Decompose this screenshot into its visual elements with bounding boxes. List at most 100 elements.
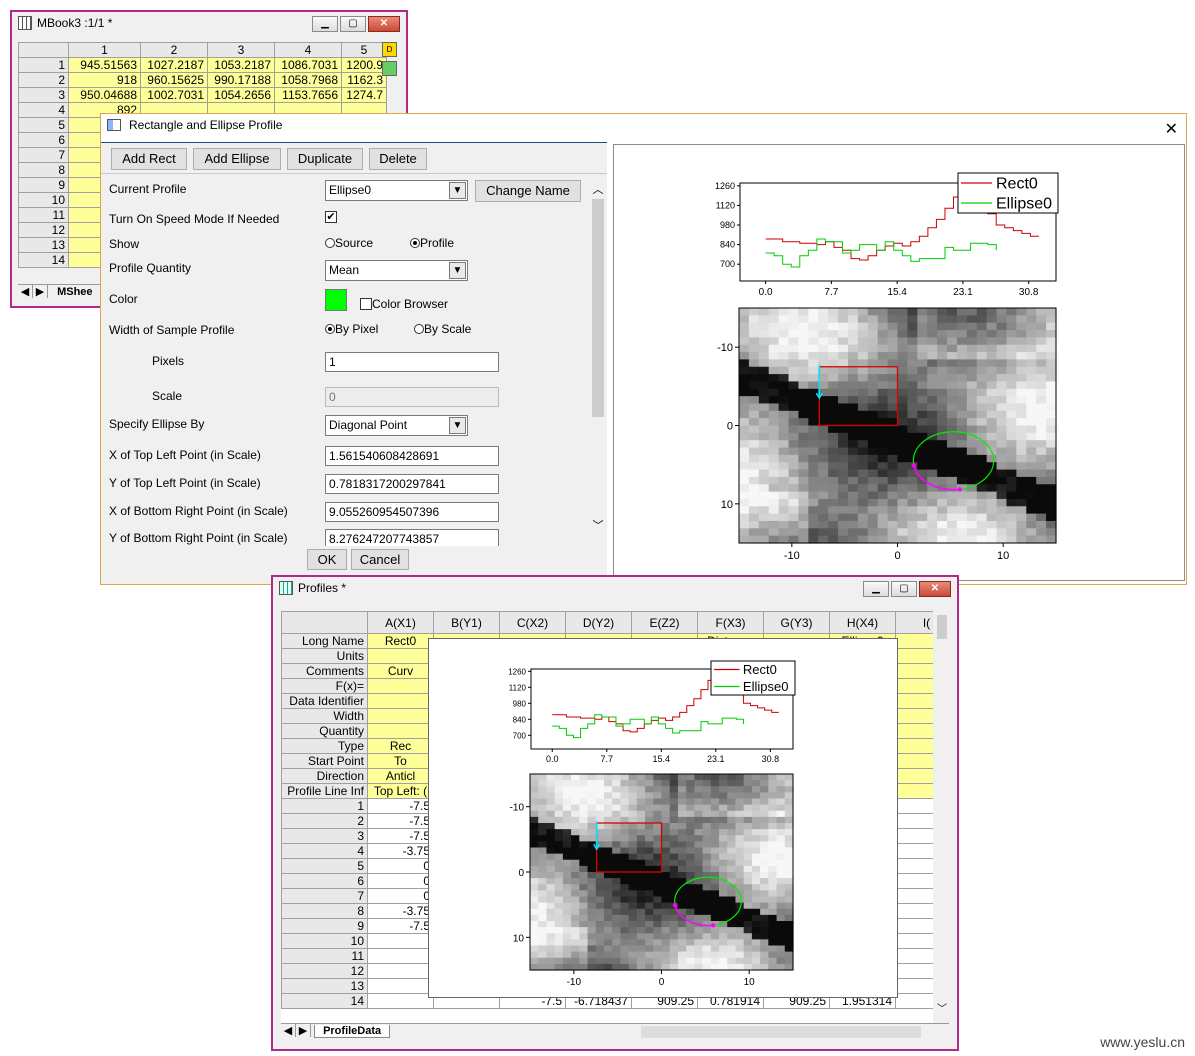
table-cell[interactable]: 1053.2187 — [207, 57, 275, 73]
table-cell[interactable] — [895, 993, 933, 1009]
table-cell[interactable]: 1274.7 — [341, 87, 387, 103]
display-icon[interactable]: D — [382, 42, 397, 57]
meta-cell[interactable] — [367, 648, 434, 664]
meta-cell[interactable] — [895, 648, 933, 664]
table-cell[interactable]: 5.7 — [895, 903, 933, 919]
meta-cell[interactable]: Curv — [367, 663, 434, 679]
table-cell[interactable]: -7.5 — [367, 918, 434, 934]
current-profile-select[interactable]: Ellipse0 ▼ — [325, 180, 468, 201]
meta-row-header[interactable]: Type — [281, 738, 368, 754]
by-scale-radio[interactable]: By Scale — [414, 322, 471, 336]
chevron-down-icon[interactable]: ▼ — [449, 182, 466, 199]
table-cell[interactable]: 5.0 — [895, 813, 933, 829]
column-header[interactable]: 1 — [68, 42, 141, 58]
meta-cell[interactable]: Rect0 — [367, 633, 434, 649]
close-button[interactable]: ✕ — [368, 16, 400, 32]
row-header[interactable]: 4 — [281, 843, 368, 859]
table-cell[interactable]: 950.04688 — [68, 87, 141, 103]
sheet-tab-profiledata[interactable]: ProfileData — [314, 1025, 391, 1038]
table-cell[interactable] — [367, 993, 434, 1009]
row-header[interactable]: 4 — [18, 102, 69, 118]
table-cell[interactable]: 1086.7031 — [274, 57, 342, 73]
lock-icon[interactable] — [382, 61, 397, 76]
corner-cell[interactable] — [281, 611, 368, 634]
maximize-button[interactable]: ▢ — [891, 581, 917, 597]
minimize-button[interactable]: ▁ — [863, 581, 889, 597]
table-cell[interactable]: 5.6 — [895, 888, 933, 904]
column-header[interactable]: 3 — [207, 42, 275, 58]
table-cell[interactable]: -7.5 — [367, 828, 434, 844]
cancel-button[interactable]: Cancel — [351, 549, 409, 570]
row-header[interactable]: 9 — [281, 918, 368, 934]
meta-cell[interactable] — [895, 693, 933, 709]
sheet-nav-right-icon[interactable]: ▶ — [296, 1024, 311, 1037]
table-cell[interactable]: 5.5 — [895, 873, 933, 889]
corner-cell[interactable] — [18, 42, 69, 58]
duplicate-button[interactable]: Duplicate — [287, 148, 363, 170]
table-cell[interactable]: -3.75 — [367, 903, 434, 919]
table-cell[interactable]: 0 — [367, 888, 434, 904]
row-header[interactable]: 14 — [18, 252, 69, 268]
by-pixel-radio[interactable]: By Pixel — [325, 322, 378, 336]
meta-cell[interactable] — [895, 768, 933, 784]
preview-graph[interactable]: 0.0 7.7 15.4 23.1 30.812601120980840700Rect0… — [614, 145, 1184, 580]
meta-cell[interactable] — [895, 708, 933, 724]
table-cell[interactable]: 0 — [367, 858, 434, 874]
table-cell[interactable]: 1058.7968 — [274, 72, 342, 88]
row-header[interactable]: 9 — [18, 177, 69, 193]
column-header[interactable]: 2 — [140, 42, 208, 58]
table-cell[interactable] — [367, 948, 434, 964]
scroll-down-icon[interactable]: ﹀ — [935, 1000, 949, 1015]
meta-cell[interactable] — [367, 708, 434, 724]
sheet-nav-right-icon[interactable]: ▶ — [33, 285, 48, 298]
scroll-thumb[interactable] — [937, 615, 947, 639]
row-header[interactable]: 10 — [18, 192, 69, 208]
show-source-radio[interactable]: Source — [325, 236, 373, 250]
profiles-hscroll[interactable] — [641, 1026, 921, 1038]
row-header[interactable]: 12 — [281, 963, 368, 979]
column-header[interactable]: F(X3) — [697, 611, 764, 634]
row-header[interactable]: 14 — [281, 993, 368, 1009]
row-header[interactable]: 2 — [18, 72, 69, 88]
sheet-tab-msheet[interactable]: MShee — [51, 286, 92, 298]
color-browser-checkbox[interactable]: Color Browser — [360, 297, 448, 311]
meta-row-header[interactable]: Units — [281, 648, 368, 664]
profile-quantity-select[interactable]: Mean ▼ — [325, 260, 468, 281]
column-header[interactable]: B(Y1) — [433, 611, 500, 634]
table-cell[interactable]: 5.4 — [895, 858, 933, 874]
settings-scrollbar[interactable]: ︿ ﹀ — [590, 181, 606, 533]
meta-row-header[interactable]: Long Name — [281, 633, 368, 649]
table-cell[interactable]: 945.51563 — [68, 57, 141, 73]
sheet-nav-left-icon[interactable]: ◀ — [281, 1024, 296, 1037]
column-header[interactable]: D(Y2) — [565, 611, 632, 634]
row-header[interactable]: 6 — [281, 873, 368, 889]
meta-cell[interactable] — [895, 678, 933, 694]
meta-row-header[interactable]: Direction — [281, 768, 368, 784]
meta-cell[interactable] — [895, 783, 933, 799]
table-cell[interactable]: 918 — [68, 72, 141, 88]
table-cell[interactable]: -7.5 — [367, 813, 434, 829]
column-header[interactable]: I( — [895, 611, 933, 634]
meta-cell[interactable]: Top Left: ( — [367, 783, 434, 799]
meta-cell[interactable] — [895, 633, 933, 649]
row-header[interactable]: 12 — [18, 222, 69, 238]
table-cell[interactable]: 6.0 — [895, 963, 933, 979]
maximize-button[interactable]: ▢ — [340, 16, 366, 32]
table-cell[interactable]: 5.9 — [895, 948, 933, 964]
meta-row-header[interactable]: Quantity — [281, 723, 368, 739]
meta-row-header[interactable]: Start Point — [281, 753, 368, 769]
meta-cell[interactable]: To — [367, 753, 434, 769]
column-header[interactable]: 5 — [341, 42, 387, 58]
change-name-button[interactable]: Change Name — [475, 180, 581, 202]
table-cell[interactable]: 1153.7656 — [274, 87, 342, 103]
row-header[interactable]: 8 — [281, 903, 368, 919]
table-cell[interactable]: 5.1 — [895, 828, 933, 844]
profiles-vscroll[interactable]: ﹀ — [935, 611, 949, 1015]
meta-row-header[interactable]: Data Identifier — [281, 693, 368, 709]
pixels-input[interactable]: 1 — [325, 352, 499, 372]
meta-row-header[interactable]: Comments — [281, 663, 368, 679]
meta-cell[interactable]: Rec — [367, 738, 434, 754]
column-header[interactable]: 4 — [274, 42, 342, 58]
profiles-titlebar[interactable]: Profiles * — [273, 577, 957, 599]
meta-row-header[interactable]: F(x)= — [281, 678, 368, 694]
